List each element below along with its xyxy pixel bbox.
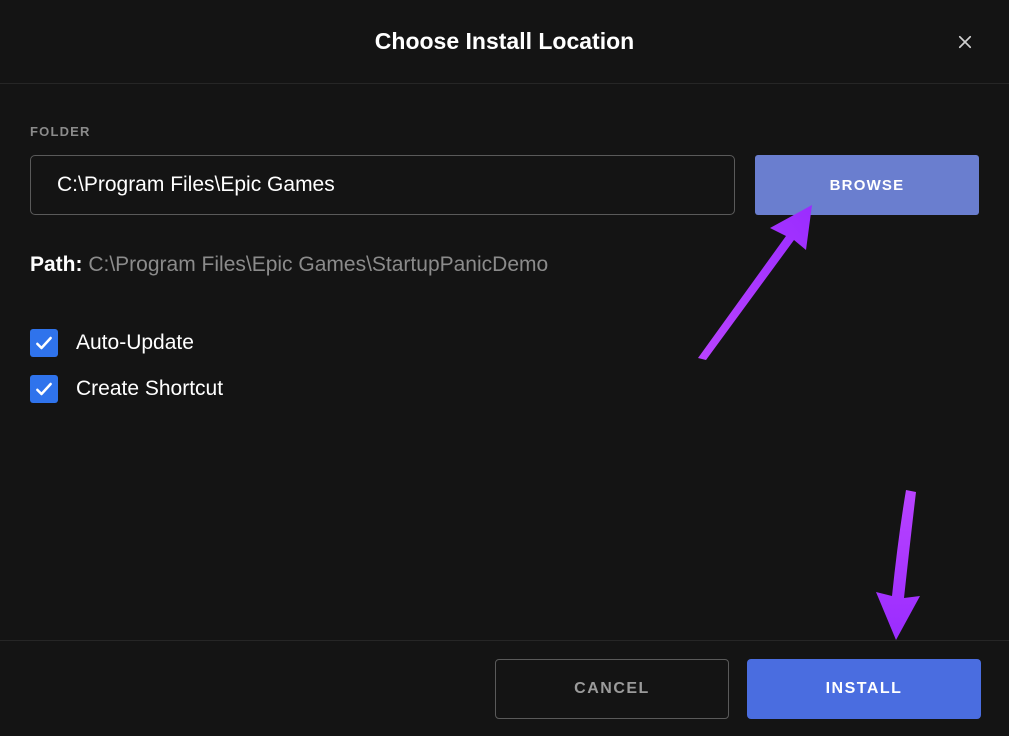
auto-update-row: Auto-Update [30,329,979,357]
annotation-arrow-icon [868,488,928,643]
dialog-header: Choose Install Location [0,0,1009,84]
auto-update-label: Auto-Update [76,331,194,355]
install-button[interactable]: INSTALL [747,659,981,719]
close-button[interactable] [953,30,977,54]
dialog-content: FOLDER BROWSE Path: C:\Program Files\Epi… [0,84,1009,403]
auto-update-checkbox[interactable] [30,329,58,357]
create-shortcut-row: Create Shortcut [30,375,979,403]
cancel-button[interactable]: CANCEL [495,659,729,719]
close-icon [956,33,974,51]
browse-button[interactable]: BROWSE [755,155,979,215]
path-value: C:\Program Files\Epic Games\StartupPanic… [88,253,548,276]
dialog-footer: CANCEL INSTALL [0,640,1009,736]
folder-row: BROWSE [30,155,979,215]
folder-label: FOLDER [30,124,979,139]
path-label: Path: [30,253,83,276]
dialog-title: Choose Install Location [375,28,634,55]
check-icon [34,379,54,399]
folder-input[interactable] [30,155,735,215]
create-shortcut-checkbox[interactable] [30,375,58,403]
check-icon [34,333,54,353]
create-shortcut-label: Create Shortcut [76,377,223,401]
path-line: Path: C:\Program Files\Epic Games\Startu… [30,253,979,277]
